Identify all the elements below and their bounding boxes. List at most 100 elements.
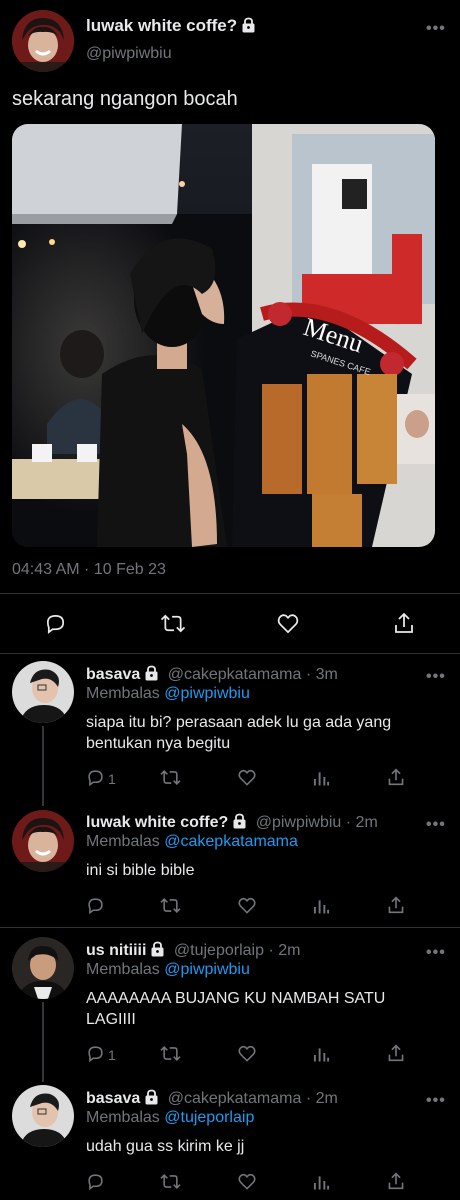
reply-header: basava @cakepkatamama · 2m — [86, 1089, 338, 1108]
author-info: luwak white coffe? — [86, 16, 256, 36]
reply-action-retweet[interactable] — [160, 1044, 181, 1068]
views-icon — [313, 1048, 330, 1062]
tweet-photo: Menu SPANES CAFE — [12, 124, 435, 547]
reply-header: us nitiiii @tujeporlaip · 2m — [86, 941, 300, 960]
reply-author-name[interactable]: basava — [86, 666, 140, 683]
reply-action-reply[interactable]: 1 — [86, 768, 116, 792]
reply-action-share[interactable] — [387, 767, 405, 792]
tweet-timestamp[interactable]: 04:43 AM · 10 Feb 23 — [12, 561, 166, 579]
retweet-button[interactable] — [160, 612, 186, 640]
like-icon — [238, 897, 256, 914]
reply-action-share[interactable] — [387, 1043, 405, 1068]
replying-to: Membalas @piwpiwbiu — [86, 961, 250, 979]
lock-icon — [242, 17, 255, 33]
reply-button[interactable] — [44, 612, 67, 640]
reply-time[interactable]: · 2m — [268, 942, 300, 959]
reply-action-share[interactable] — [387, 1171, 405, 1196]
retweet-icon — [160, 898, 181, 913]
share-icon — [388, 768, 404, 786]
reply-action-like[interactable] — [237, 1044, 257, 1068]
reply-icon — [88, 898, 103, 915]
lock-icon — [151, 941, 164, 957]
thread-line — [42, 726, 44, 806]
reply-action-like[interactable] — [237, 768, 257, 792]
reply-text: AAAAAAAA BUJANG KU NAMBAH SATU LAGIIII — [86, 990, 386, 1028]
more-icon[interactable]: ••• — [426, 816, 446, 834]
reply-author-handle[interactable]: @tujeporlaip — [174, 942, 264, 959]
retweet-icon — [160, 1174, 181, 1189]
reply-action-reply[interactable] — [86, 896, 105, 920]
replying-to: Membalas @cakepkatamama — [86, 833, 298, 851]
reply-time[interactable]: · 3m — [306, 666, 338, 683]
reply-count: 1 — [108, 771, 116, 787]
tweet-media[interactable]: Menu SPANES CAFE — [12, 124, 435, 547]
replying-to-prefix: Membalas — [86, 685, 160, 702]
reply-action-retweet[interactable] — [160, 768, 181, 792]
reply-action-like[interactable] — [237, 896, 257, 920]
more-icon[interactable]: ••• — [426, 668, 446, 686]
author-name[interactable]: luwak white coffe? — [86, 16, 237, 35]
reply-author-handle[interactable]: @cakepkatamama — [168, 1090, 302, 1107]
reply-text: siapa itu bi? perasaan adek lu ga ada ya… — [86, 714, 392, 752]
like-icon — [277, 614, 299, 634]
reply-icon — [46, 614, 65, 634]
avatar[interactable] — [12, 661, 74, 723]
lock-icon — [233, 813, 246, 829]
replying-to: Membalas @tujeporlaip — [86, 1109, 254, 1127]
like-icon — [238, 769, 256, 786]
avatar[interactable] — [12, 1085, 74, 1147]
avatar-image — [12, 810, 74, 872]
reply-author-name[interactable]: us nitiiii — [86, 942, 146, 959]
reply-icon — [88, 770, 103, 787]
reply-action-retweet[interactable] — [160, 1172, 181, 1196]
reply-action-share[interactable] — [387, 895, 405, 920]
reply-icon — [88, 1174, 103, 1191]
replying-to-handle[interactable]: @cakepkatamama — [164, 833, 298, 850]
reply-action-reply[interactable]: 1 — [86, 1044, 116, 1068]
reply-action-reply[interactable] — [86, 1172, 105, 1196]
reply-action-views[interactable] — [313, 897, 330, 920]
more-icon[interactable]: ••• — [426, 944, 446, 962]
avatar-image — [12, 1085, 74, 1147]
reply-author-name[interactable]: basava — [86, 1090, 140, 1107]
reply-action-retweet[interactable] — [160, 896, 181, 920]
retweet-icon — [160, 614, 186, 633]
replying-to-prefix: Membalas — [86, 1109, 160, 1126]
reply-author-handle[interactable]: @piwpiwbiu — [256, 814, 342, 831]
avatar[interactable] — [12, 10, 74, 72]
reply-time[interactable]: · 2m — [306, 1090, 338, 1107]
more-icon[interactable]: ••• — [426, 1092, 446, 1110]
tweet-text: sekarang ngangon bocah — [12, 88, 238, 110]
reply-action-views[interactable] — [313, 1173, 330, 1196]
like-button[interactable] — [276, 612, 300, 640]
like-icon — [238, 1045, 256, 1062]
avatar[interactable] — [12, 937, 74, 999]
share-icon — [395, 612, 413, 633]
lock-icon — [145, 1089, 158, 1105]
reply-action-views[interactable] — [313, 1045, 330, 1068]
avatar-image — [12, 10, 74, 72]
retweet-icon — [160, 770, 181, 785]
share-icon — [388, 1172, 404, 1190]
reply-author-handle[interactable]: @cakepkatamama — [168, 666, 302, 683]
share-icon — [388, 896, 404, 914]
reply-action-views[interactable] — [313, 769, 330, 792]
more-icon[interactable]: ••• — [426, 20, 446, 38]
reply-author-name[interactable]: luwak white coffe? — [86, 814, 228, 831]
views-icon — [313, 772, 330, 786]
reply-text: udah gua ss kirim ke jj — [86, 1138, 245, 1155]
reply-header: basava @cakepkatamama · 3m — [86, 665, 338, 684]
reply-action-like[interactable] — [237, 1172, 257, 1196]
reply-time[interactable]: · 2m — [346, 814, 378, 831]
share-button[interactable] — [393, 611, 415, 640]
replying-to-handle[interactable]: @piwpiwbiu — [164, 961, 250, 978]
replying-to-handle[interactable]: @piwpiwbiu — [164, 685, 250, 702]
avatar[interactable] — [12, 810, 74, 872]
avatar-image — [12, 661, 74, 723]
like-icon — [238, 1173, 256, 1190]
thread-line — [42, 1002, 44, 1082]
replying-to-handle[interactable]: @tujeporlaip — [164, 1109, 254, 1126]
retweet-icon — [160, 1046, 181, 1061]
author-handle[interactable]: @piwpiwbiu — [86, 45, 172, 63]
divider — [0, 927, 460, 928]
